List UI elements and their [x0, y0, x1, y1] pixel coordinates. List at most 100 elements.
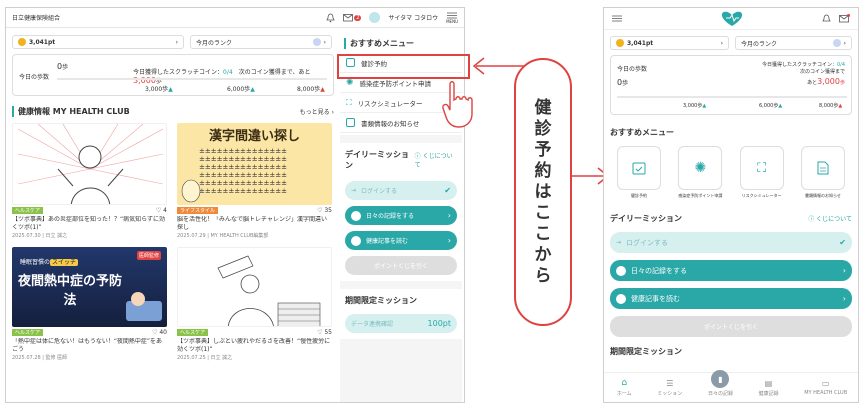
article-card[interactable]: ヘルスケア ♡ 4 【ツボ事典】あの炎症部位を知った！？“病気知らずに効くツボ(1…	[12, 123, 167, 239]
mission-record[interactable]: 日々の記録をする ›	[345, 206, 457, 225]
steps-card: 今日の歩数 0歩 今日獲得したスクラッチコイン：0/4 次のコイン獲得まで、あと…	[12, 54, 334, 96]
mark-2: 6,000歩▲	[759, 103, 783, 109]
bell-icon[interactable]	[326, 13, 335, 23]
mission-login[interactable]: ⇥ ログインする ✔	[610, 232, 852, 253]
mark-2: 6,000歩▲	[227, 86, 255, 93]
mobile-header	[604, 8, 858, 30]
rank-icon	[832, 39, 841, 47]
limited-mission-title: 期間限定ミッション	[610, 347, 682, 356]
points-box[interactable]: 3,041pt ›	[610, 36, 729, 50]
article-card[interactable]: ヘルスケア ♡ 55 【ツボ事典】しぶとい疲れやだるさを改善！“慢性疲労に効くツボ…	[177, 247, 332, 361]
nav-club[interactable]: ▭ MY HEALTH CLUB	[804, 379, 847, 396]
mobile-screen: 3,041pt › 今月のランク › 今日の歩数 0歩 今日獲得したスクラッチコ…	[603, 7, 859, 403]
article-tag: ヘルスケア	[12, 329, 44, 336]
notebook-icon: ▤	[764, 378, 773, 388]
article-tag: ヘルスケア	[177, 329, 209, 336]
points-value: 3,041pt	[29, 38, 56, 46]
svg-text:±±±±±±±±±±±±±±±: ±±±±±±±±±±±±±±±	[199, 147, 287, 155]
pencil-icon	[616, 265, 626, 276]
points-box[interactable]: 3,041pt ›	[12, 35, 184, 49]
like-count[interactable]: ♡ 4	[156, 207, 167, 214]
limited-mission-title: 期間限定ミッション	[345, 296, 417, 305]
check-icon: ✔	[839, 238, 846, 247]
recommended-menu-title: おすすめメニュー	[344, 38, 462, 49]
mission-read[interactable]: 健康記事を読む ›	[345, 231, 457, 250]
coin-icon	[18, 38, 26, 46]
article-card[interactable]: 漢字間違い探し ±±±±±±±±±±±±±±± ±±±±±±±±±±±±±±± ±±…	[177, 123, 332, 239]
rank-box[interactable]: 今月のランク ›	[190, 35, 332, 49]
more-link[interactable]: もっと見る ›	[300, 107, 334, 116]
recommended-menu-title: おすすめメニュー	[610, 128, 674, 137]
login-icon: ⇥	[616, 239, 622, 246]
rank-label: 今月のランク	[740, 40, 777, 48]
rank-box[interactable]: 今月のランク ›	[734, 36, 852, 50]
mark-1: 3,000歩▲	[145, 86, 173, 93]
lottery-button[interactable]: ポイントくじを引く	[610, 316, 852, 337]
main-column: 3,041pt › 今月のランク › 今日の歩数 0歩 今日獲得したスクラッチコ…	[12, 35, 334, 361]
menu-grid: 健診予約 ✺ 感染症予防ポイント申請 ⛶ リスクシミュレーター 書類情報のお知ら…	[610, 146, 852, 199]
logo-icon	[721, 11, 743, 26]
like-count[interactable]: ♡ 55	[317, 329, 332, 336]
mission-login[interactable]: ⇥ ログインする ✔	[345, 181, 457, 200]
mission-read[interactable]: 健康記事を読む ›	[610, 288, 852, 309]
lottery-about-link[interactable]: ⓘ くじについて	[808, 214, 852, 223]
callout-char: 約	[534, 160, 552, 181]
callout-char: 健	[534, 97, 552, 118]
coin-status: 今日獲得したスクラッチコイン：0/4 次のコイン獲得まで あと3,000歩	[761, 62, 845, 86]
document-icon	[800, 146, 845, 190]
menu-item-checkup[interactable]: 健診予約	[610, 146, 668, 199]
bell-icon[interactable]	[822, 14, 831, 24]
mission-data-link[interactable]: データ連携確認 100pt	[345, 314, 457, 333]
desktop-header: 日立健康保険組合 2 サイタマ コタロウ MENU	[6, 8, 464, 28]
check-icon: ✔	[444, 186, 451, 195]
nav-home[interactable]: ⌂ ホーム	[617, 378, 632, 397]
mobile-content: 3,041pt › 今月のランク › 今日の歩数 0歩 今日獲得したスクラッチコ…	[604, 30, 858, 357]
menu-label: リスクシミュレーター	[741, 193, 782, 198]
menu-label: 健診予約	[631, 193, 647, 198]
image-subtitle: 睡眠習慣の スイッチ	[20, 259, 79, 266]
steps-progress	[57, 78, 327, 80]
menu-item-infection[interactable]: ✺ 感染症予防ポイント申請	[671, 146, 729, 199]
article-tag: ライフスタイル	[177, 207, 219, 214]
mark-3: 8,000歩▲	[819, 103, 843, 109]
steps-card: 今日の歩数 0歩 今日獲得したスクラッチコイン：0/4 次のコイン獲得まで あと…	[610, 55, 852, 115]
mail-icon[interactable]	[839, 14, 850, 23]
doctor-badge: 医師監修	[136, 251, 161, 260]
menu-item-documents[interactable]: 書類情報のお知らせ	[794, 146, 852, 199]
article-card[interactable]: 睡眠習慣の スイッチ 医師監修 夜間熱中症の予防法 ヘルスケア ♡ 40 「熱中症は…	[12, 247, 167, 361]
mail-badge: 2	[354, 14, 362, 21]
hamburger-icon[interactable]	[612, 15, 622, 22]
nav-record[interactable]: ▮ 日々の記録	[708, 370, 733, 397]
like-count[interactable]: ♡ 40	[152, 329, 167, 336]
article-date: 2025.07.25 | 日立 誠之	[177, 355, 233, 361]
chevron-right-icon: ›	[720, 39, 723, 47]
mark-3: 8,000歩▲	[297, 86, 325, 93]
menu-label: 感染症予防ポイント申請	[678, 193, 723, 198]
home-icon: ⌂	[621, 378, 628, 388]
lottery-about-link[interactable]: ⓘ くじについて	[415, 151, 457, 169]
menu-item-risk[interactable]: ⛶ リスクシミュレーター	[733, 146, 791, 199]
article-image	[177, 247, 332, 327]
menu-label: リスクシミュレーター	[357, 99, 423, 108]
steps-label: 今日の歩数	[617, 66, 648, 73]
like-count[interactable]: ♡ 35	[317, 207, 332, 214]
points-value: 3,041pt	[627, 39, 654, 47]
article-title: 【ツボ事典】しぶとい疲れやだるさを改善！“慢性疲労に効くツボ(1)”	[177, 338, 331, 353]
menu-label: 書類情報のお知らせ	[361, 119, 420, 128]
menu-label: MENU	[446, 18, 458, 24]
nav-health[interactable]: ▤ 健康記録	[759, 379, 779, 397]
article-tag: ヘルスケア	[12, 207, 44, 214]
mission-record[interactable]: 日々の記録をする ›	[610, 260, 852, 281]
svg-text:±±±±±±±±±±±±±±±: ±±±±±±±±±±±±±±±	[199, 179, 287, 187]
book-icon	[351, 235, 361, 246]
article-title: 脳を活性化！「みんなで脳トレチャレンジ」漢字間違い探し	[177, 216, 327, 231]
article-image: 漢字間違い探し ±±±±±±±±±±±±±±± ±±±±±±±±±±±±±±± ±±…	[177, 123, 332, 205]
nav-mission[interactable]: ☰ ミッション	[657, 379, 682, 397]
mail-icon[interactable]: 2	[343, 13, 362, 22]
lottery-button[interactable]: ポイントくじを引く	[345, 256, 457, 275]
user-name[interactable]: サイタマ コタロウ	[388, 13, 438, 22]
highlight-box	[337, 54, 470, 79]
avatar[interactable]	[369, 12, 381, 23]
menu-button[interactable]: MENU	[446, 12, 458, 24]
image-title: 夜間熱中症の予防法	[18, 274, 123, 308]
